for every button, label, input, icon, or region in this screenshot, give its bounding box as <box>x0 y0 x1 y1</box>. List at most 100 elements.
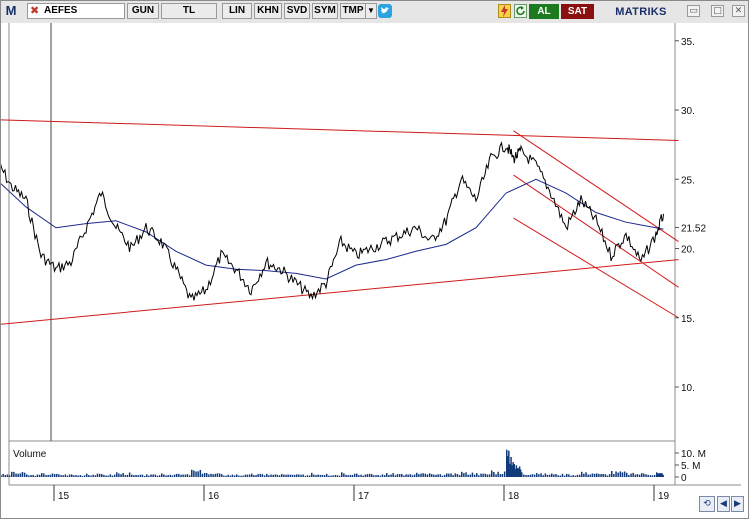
volume-bar <box>257 474 259 477</box>
volume-bar <box>437 474 439 477</box>
volume-bar <box>86 473 88 477</box>
volume-bar <box>574 475 577 477</box>
volume-bar <box>368 473 371 477</box>
volume-bar <box>572 475 574 477</box>
volume-bar <box>555 474 557 477</box>
volume-bar <box>398 474 401 477</box>
volume-bar <box>259 473 262 477</box>
volume-bar <box>347 475 349 477</box>
volume-bar <box>298 474 300 477</box>
volume-bar <box>358 475 360 477</box>
volume-bar <box>336 475 339 477</box>
volume-bar <box>113 474 116 477</box>
volume-bar <box>17 473 19 477</box>
volume-bar <box>156 475 159 477</box>
volume-bar <box>544 473 547 477</box>
volume-bar <box>188 475 191 477</box>
volume-bar <box>120 474 122 477</box>
price-chart[interactable]: 35. 30. 25. 21.52 20. 15. 10. 10. M5. M0 15 16 1… <box>1 1 748 518</box>
volume-bar <box>34 475 37 477</box>
volume-bar <box>135 474 137 477</box>
volume-bar <box>388 475 390 477</box>
volume-bar <box>212 474 214 477</box>
volume-bar <box>21 472 24 477</box>
volume-bar <box>242 475 244 477</box>
volume-tick-label: 5. M <box>681 461 700 472</box>
volume-bar <box>152 474 154 477</box>
volume-bar <box>62 475 64 477</box>
volume-bar <box>11 471 13 477</box>
volume-bar <box>403 475 405 477</box>
sync-icon[interactable]: ⟲ <box>699 496 715 512</box>
volume-bar <box>542 475 544 477</box>
volume-bar <box>304 475 307 477</box>
volume-bar <box>523 474 525 477</box>
volume-bar <box>433 474 435 477</box>
volume-bar <box>634 474 637 477</box>
volume-bar <box>420 473 422 477</box>
volume-bar <box>390 474 392 477</box>
volume-bar <box>360 474 362 477</box>
volume-bar <box>58 474 60 477</box>
volume-bar <box>416 472 418 477</box>
volume-bar <box>371 474 373 477</box>
x-tick-label: 18 <box>508 491 520 502</box>
volume-bar <box>244 474 247 477</box>
volume-bar <box>291 474 294 477</box>
volume-bar <box>255 475 257 477</box>
scroll-left-icon[interactable]: ◀ <box>717 496 730 512</box>
volume-bar <box>161 473 163 477</box>
volume-bar <box>107 475 109 477</box>
volume-bar <box>124 475 127 477</box>
volume-bar <box>240 475 242 477</box>
scroll-right-icon[interactable]: ▶ <box>731 496 744 512</box>
y-tick-label: 20. <box>681 245 695 256</box>
volume-bar <box>98 473 101 477</box>
volume-bar <box>203 473 206 477</box>
volume-bar <box>261 474 264 477</box>
y-tick-label: 21.52 <box>681 223 706 234</box>
volume-bar <box>195 471 197 477</box>
volume-bar <box>36 474 39 477</box>
volume-bar <box>45 475 47 477</box>
corner-controls: ⟲ ◀ ▶ <box>697 494 747 516</box>
volume-bar <box>208 474 210 477</box>
volume-bar <box>493 472 495 477</box>
volume-bar <box>499 474 502 477</box>
volume-bar <box>43 473 45 477</box>
volume-bar <box>266 473 268 477</box>
volume-bar <box>465 472 467 477</box>
volume-bar <box>540 473 542 477</box>
volume-bar <box>83 475 86 477</box>
volume-bar <box>488 474 491 477</box>
x-tick-label: 17 <box>358 491 370 502</box>
volume-bar <box>413 474 416 477</box>
volume-bar <box>561 473 564 477</box>
volume-bar <box>197 471 199 477</box>
volume-bar <box>343 473 345 477</box>
volume-bar <box>246 474 249 477</box>
volume-bar <box>199 469 202 477</box>
volume-bar <box>641 473 643 477</box>
volume-bar <box>128 472 131 477</box>
volume-bar <box>15 473 17 477</box>
volume-bar <box>251 473 253 477</box>
volume-bar <box>630 473 632 477</box>
y-tick-label: 15. <box>681 314 695 325</box>
volume-bar <box>613 473 615 477</box>
volume-bar <box>30 475 32 477</box>
volume-bar <box>602 474 604 477</box>
volume-bar <box>486 474 489 477</box>
volume-bar <box>96 473 99 477</box>
volume-bar <box>75 475 77 477</box>
volume-bar <box>180 474 182 477</box>
volume-bar <box>321 474 324 477</box>
volume-bar <box>621 472 624 477</box>
volume-bar <box>182 474 184 477</box>
volume-bar <box>253 475 255 477</box>
volume-bar <box>653 474 656 477</box>
volume-bar <box>411 475 414 477</box>
volume-bar <box>392 473 394 477</box>
volume-bar <box>51 473 54 477</box>
volume-bar <box>456 474 459 477</box>
